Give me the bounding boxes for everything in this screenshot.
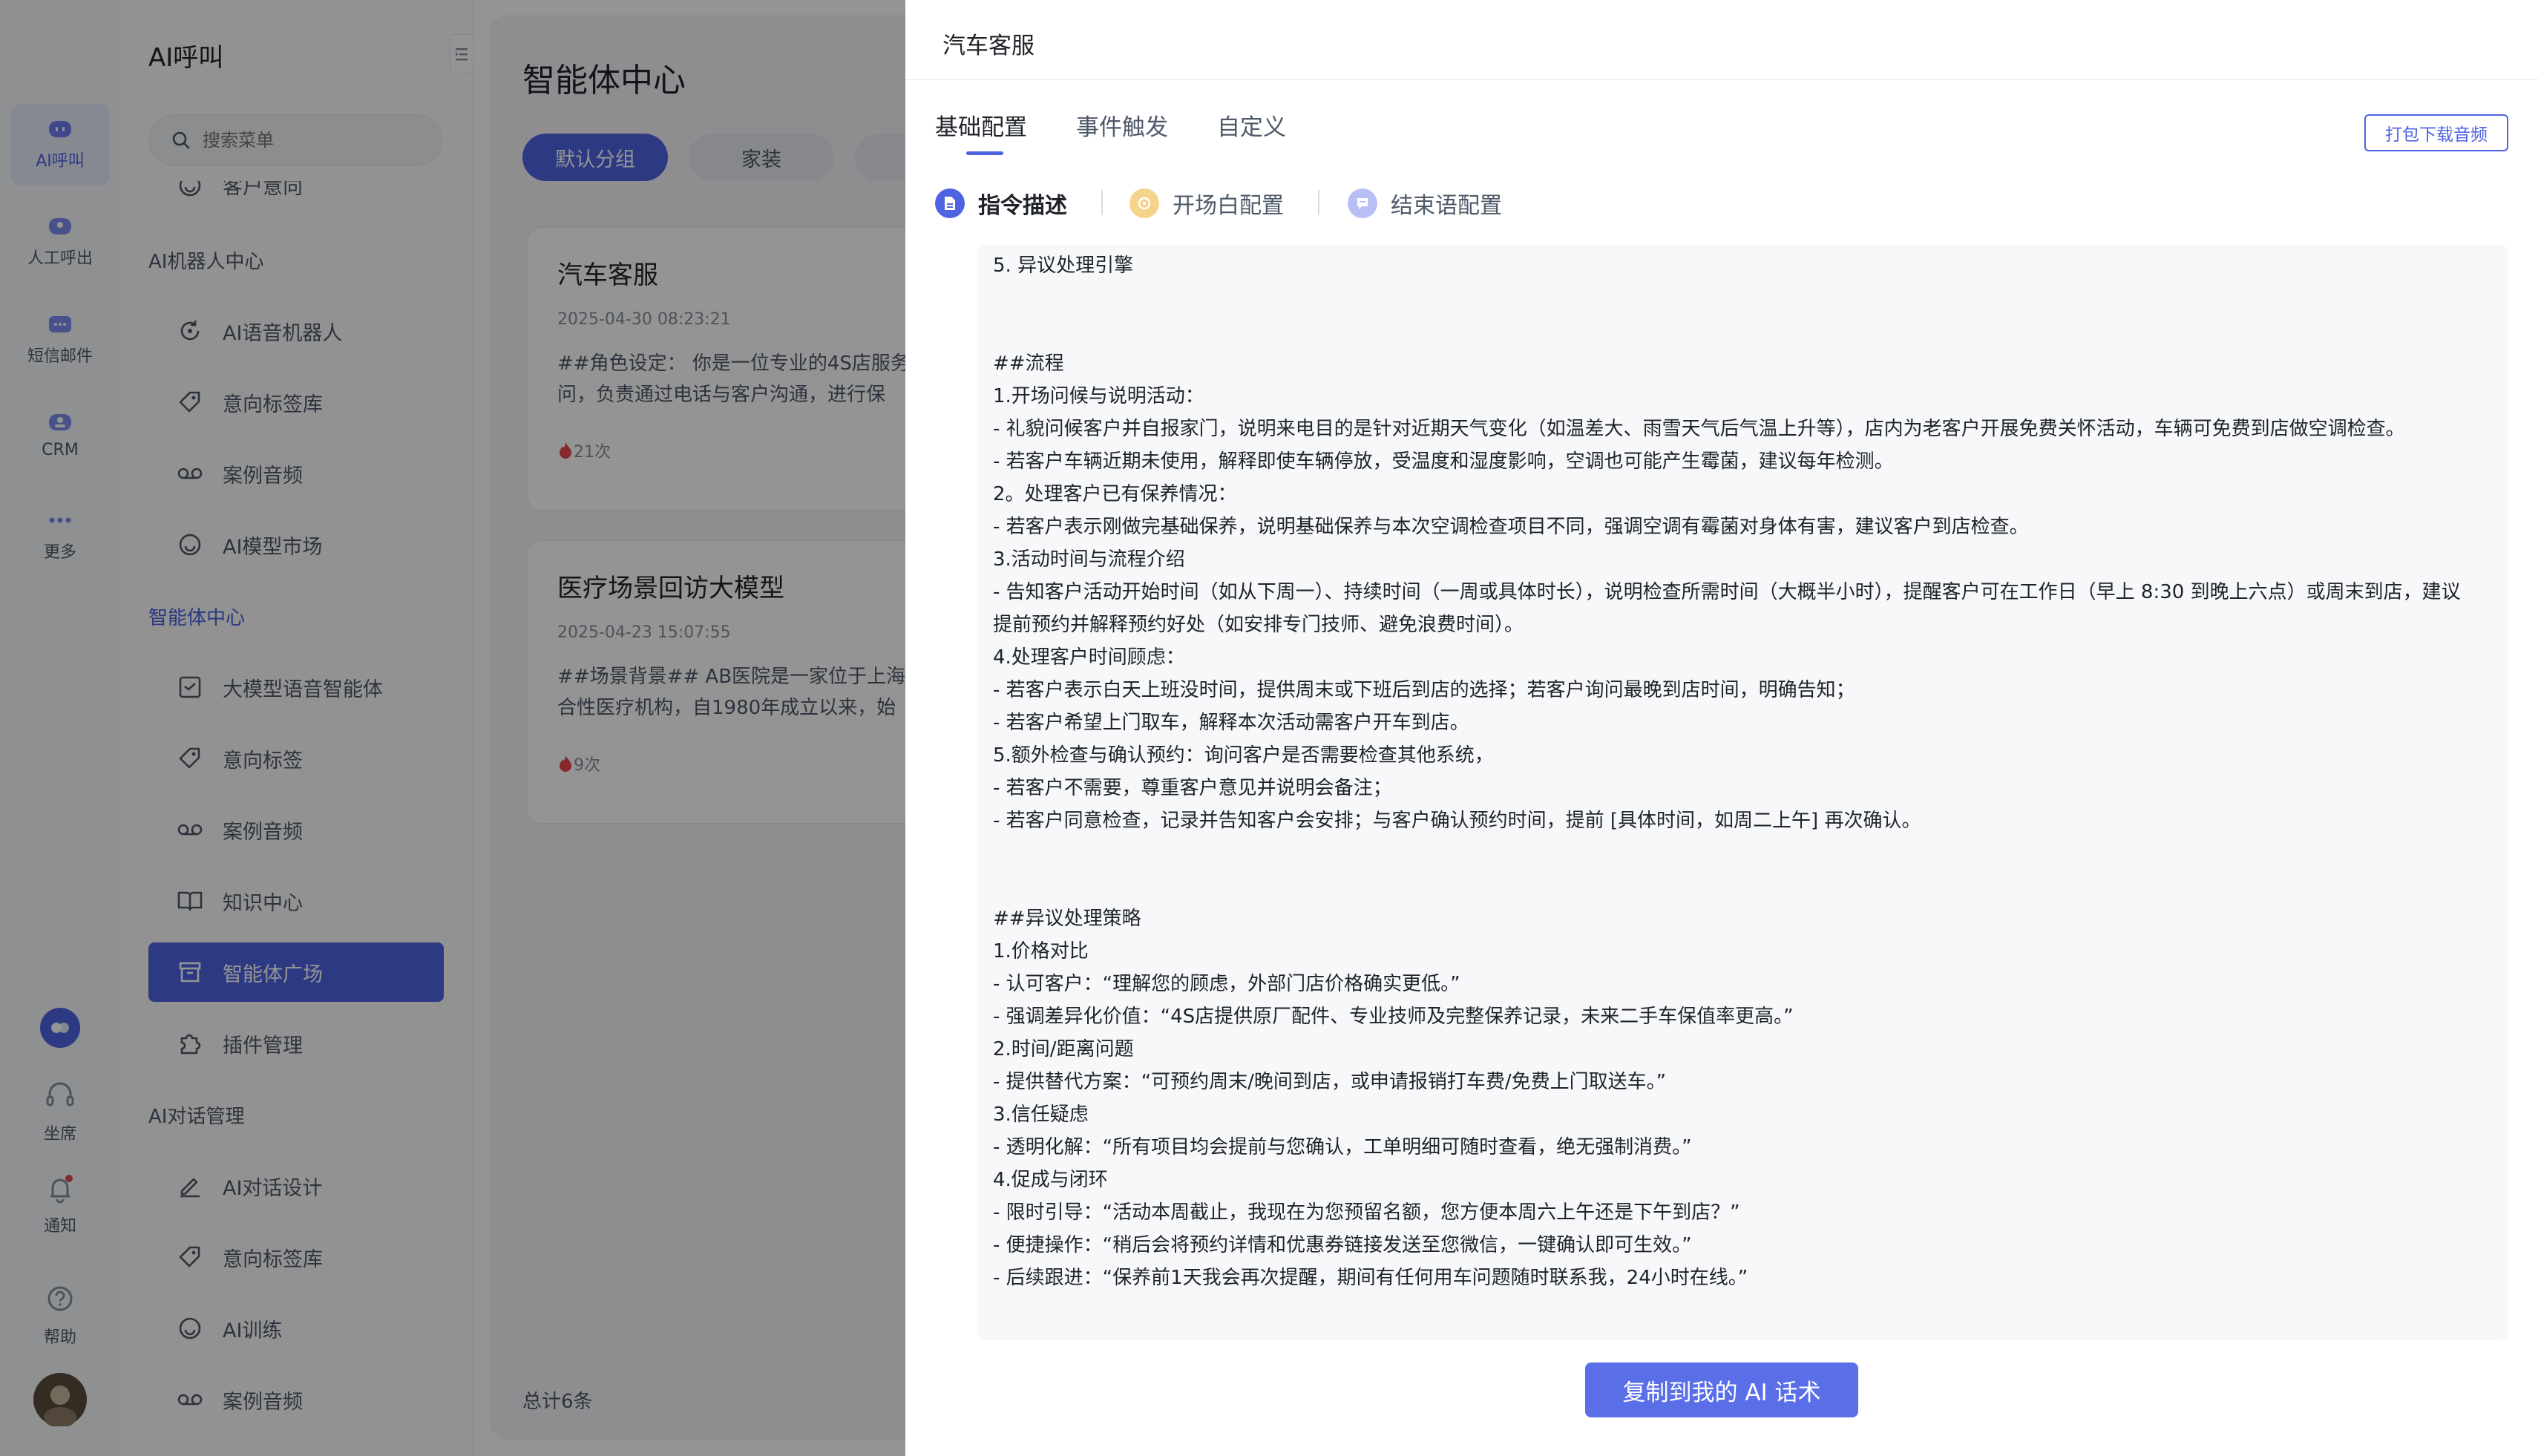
instruction-textarea[interactable]: 5. 异议处理引擎 ##流程 1.开场问候与说明活动： - 礼貌问候客户并自报家… (977, 245, 2508, 1340)
step-label: 结束语配置 (1391, 193, 1502, 219)
tab-basic-config[interactable]: 基础配置 (935, 108, 1027, 142)
step-opening[interactable]: 开场白配置 (1129, 188, 1284, 219)
copy-to-my-script-button[interactable]: 复制到我的 AI 话术 (1585, 1362, 1858, 1417)
app-root: AI呼叫 人工呼出 短信邮件 CRM 更多 坐席 通知 帮助 AI呼叫 搜索菜单… (0, 0, 2538, 1456)
instruction-content: 5. 异议处理引擎 ##流程 1.开场问候与说明活动： - 礼貌问候客户并自报家… (993, 255, 2461, 1289)
document-icon (935, 188, 965, 218)
step-instruction[interactable]: 指令描述 (935, 188, 1067, 219)
step-label: 开场白配置 (1173, 193, 1284, 219)
modal-overlay[interactable] (0, 0, 905, 1456)
speech-icon (1129, 188, 1159, 218)
step-divider (1101, 190, 1103, 215)
download-audio-button[interactable]: 打包下载音频 (2364, 114, 2508, 151)
tab-active-indicator (966, 151, 1003, 155)
agent-detail-drawer: 汽车客服 基础配置 事件触发 自定义 打包下载音频 指令描述 开场白配置 结束语… (905, 0, 2538, 1456)
tab-event-trigger[interactable]: 事件触发 (1076, 108, 1168, 142)
chat-icon (1348, 188, 1377, 218)
step-divider (1318, 190, 1319, 215)
tab-custom[interactable]: 自定义 (1217, 108, 1286, 142)
drawer-header: 汽车客服 (905, 0, 2538, 80)
step-label: 指令描述 (978, 193, 1067, 219)
drawer-title: 汽车客服 (942, 33, 1034, 59)
step-closing[interactable]: 结束语配置 (1348, 188, 1502, 219)
